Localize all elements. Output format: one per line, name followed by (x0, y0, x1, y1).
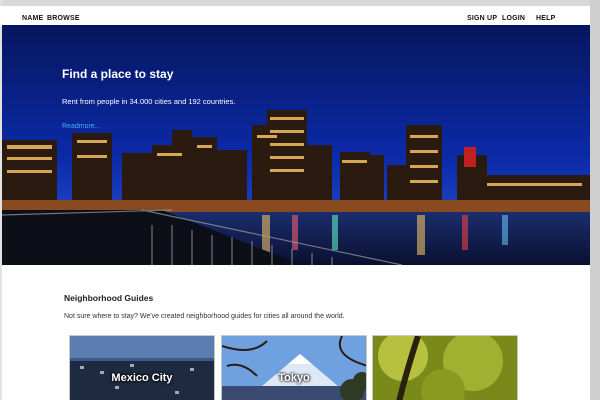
nav-name-link[interactable]: NAME (22, 15, 43, 22)
guide-card-mexico-city[interactable]: Mexico City (69, 335, 215, 400)
forest-photo (373, 336, 517, 400)
nav-help-link[interactable]: HELP (536, 15, 555, 22)
tokyo-photo (222, 336, 366, 400)
nav-browse-link[interactable]: BROWSE (47, 15, 80, 22)
mexico-city-photo (70, 336, 214, 400)
hero-subtitle: Rent from people in 34.000 cities and 19… (62, 97, 236, 106)
guide-card-tokyo[interactable]: Tokyo (221, 335, 367, 400)
hero-readmore-link[interactable]: Readmore... (62, 123, 101, 130)
guides-title: Neighborhood Guides (64, 293, 154, 303)
city-night-photo (2, 25, 590, 265)
card-label: Tokyo (278, 372, 310, 384)
guide-card-3[interactable] (372, 335, 518, 400)
nav-signup-link[interactable]: SIGN UP (467, 15, 497, 22)
nav-login-link[interactable]: LOGIN (502, 15, 525, 22)
hero-banner: Find a place to stay Rent from people in… (2, 25, 590, 265)
guides-subtitle: Not sure where to stay? We've created ne… (64, 313, 345, 320)
top-navigation: NAME BROWSE SIGN UP LOGIN HELP (0, 6, 590, 26)
hero-title: Find a place to stay (62, 67, 174, 81)
window-right-edge (590, 0, 600, 400)
card-label: Mexico City (111, 372, 173, 384)
